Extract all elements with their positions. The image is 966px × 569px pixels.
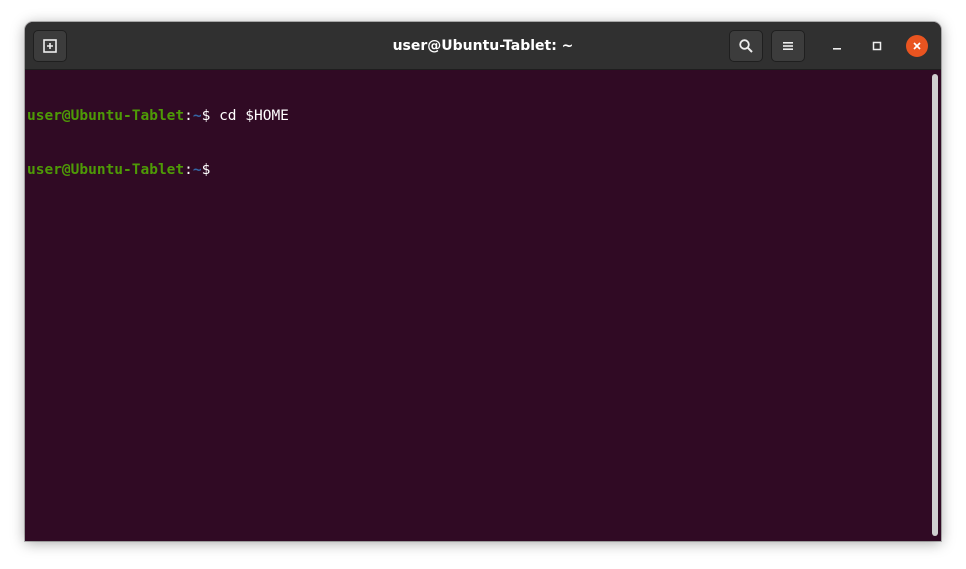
minimize-button[interactable] [826, 35, 848, 57]
menu-button[interactable] [771, 30, 805, 62]
close-button[interactable] [906, 35, 928, 57]
title-bar: user@Ubuntu-Tablet: ~ [25, 22, 941, 70]
prompt-user-host: user@Ubuntu-Tablet [27, 108, 185, 124]
prompt-user-host: user@Ubuntu-Tablet [27, 162, 185, 178]
minimize-icon [832, 41, 842, 51]
search-icon [738, 38, 754, 54]
terminal-line: user@Ubuntu-Tablet:~$ cd $HOME [27, 107, 925, 125]
prompt-colon: : [184, 162, 193, 178]
search-button[interactable] [729, 30, 763, 62]
prompt-dollar: $ [201, 162, 211, 178]
maximize-icon [872, 41, 882, 51]
hamburger-menu-icon [781, 39, 795, 53]
new-tab-icon [42, 38, 58, 54]
terminal-line: user@Ubuntu-Tablet:~$ [27, 161, 925, 179]
command-text: cd $HOME [210, 108, 289, 124]
maximize-button[interactable] [866, 35, 888, 57]
prompt-colon: : [184, 108, 193, 124]
terminal-output[interactable]: user@Ubuntu-Tablet:~$ cd $HOME user@Ubun… [27, 71, 925, 539]
terminal-window: user@Ubuntu-Tablet: ~ user@Ubuntu-Tablet… [25, 22, 941, 541]
vertical-scrollbar[interactable] [932, 74, 938, 536]
close-icon [912, 41, 922, 51]
prompt-path: ~ [192, 162, 202, 178]
new-tab-button[interactable] [33, 30, 67, 62]
prompt-path: ~ [192, 108, 202, 124]
